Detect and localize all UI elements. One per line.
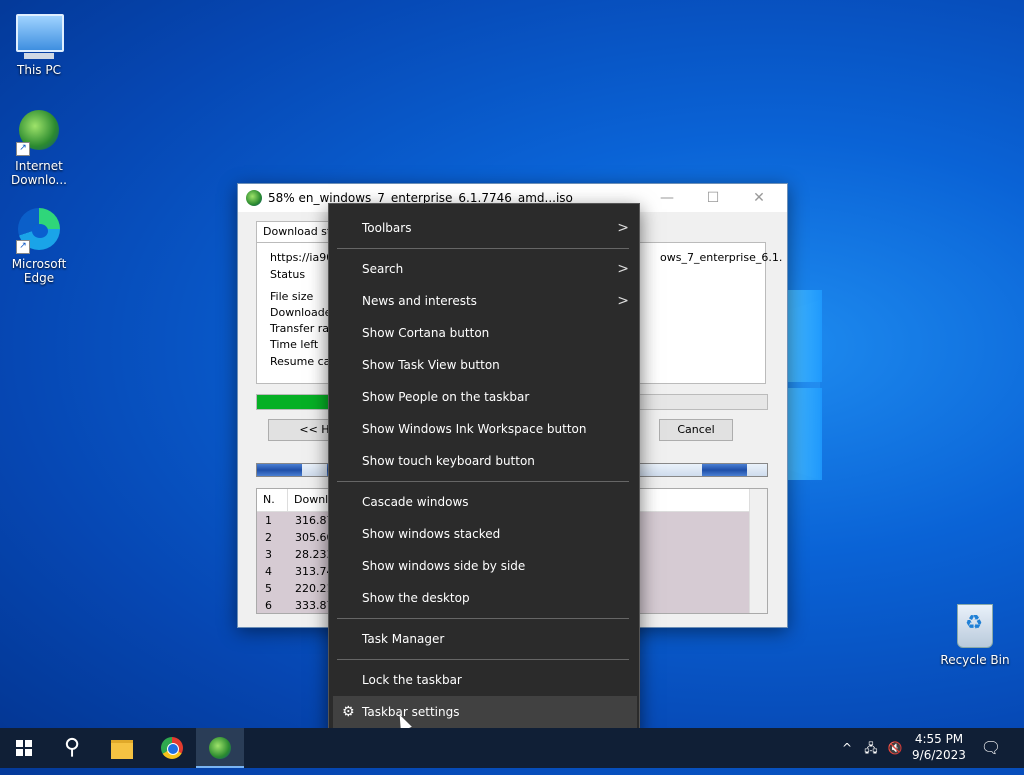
volume-muted-icon[interactable]: 🔇 xyxy=(884,728,906,768)
menu-item-show-task-view[interactable]: Show Task View button xyxy=(329,349,639,381)
maximize-button[interactable]: ☐ xyxy=(690,184,736,212)
minimize-button[interactable]: — xyxy=(644,184,690,212)
cancel-button[interactable]: Cancel xyxy=(659,419,733,441)
desktop-icon-this-pc[interactable]: This PC xyxy=(4,10,74,77)
table-scrollbar[interactable] xyxy=(749,489,767,613)
menu-item-show-ink-workspace[interactable]: Show Windows Ink Workspace button xyxy=(329,413,639,445)
chevron-up-icon: ^ xyxy=(841,741,853,755)
taskbar[interactable]: ⚲ ^ 🖧 🔇 4:55 PM 9/6/2023 🗨 xyxy=(0,728,1024,768)
chevron-right-icon: > xyxy=(617,220,629,236)
network-icon[interactable]: 🖧 xyxy=(860,728,882,768)
menu-item-show-cortana[interactable]: Show Cortana button xyxy=(329,317,639,349)
menu-separator xyxy=(337,618,629,619)
taskbar-context-menu[interactable]: Toolbars > Search > News and interests > Sh… xyxy=(328,203,640,737)
download-url-tail: ows_7_enterprise_6.1. xyxy=(660,251,783,264)
start-button[interactable] xyxy=(0,728,48,768)
label-time-left: Time left xyxy=(270,338,319,351)
tray-show-hidden-icons[interactable]: ^ xyxy=(838,728,856,768)
menu-item-search[interactable]: Search > xyxy=(329,253,639,285)
idm-app-icon: ↗ xyxy=(16,110,62,156)
windows-start-icon xyxy=(16,740,32,756)
shortcut-arrow-icon: ↗ xyxy=(16,142,30,156)
label-transfer-rate: Transfer rat xyxy=(270,322,334,335)
menu-item-task-manager[interactable]: Task Manager xyxy=(329,623,639,655)
label-status: Status xyxy=(270,268,306,281)
menu-separator xyxy=(337,659,629,660)
this-pc-icon xyxy=(16,14,64,60)
menu-item-windows-stacked[interactable]: Show windows stacked xyxy=(329,518,639,550)
desktop-icon-edge[interactable]: ↗ Microsoft Edge xyxy=(4,206,74,285)
menu-item-show-people[interactable]: Show People on the taskbar xyxy=(329,381,639,413)
column-header-number[interactable]: N. xyxy=(257,489,288,511)
chevron-right-icon: > xyxy=(617,293,629,309)
label-file-size: File size xyxy=(270,290,314,303)
clock-date: 9/6/2023 xyxy=(912,748,966,762)
desktop-icon-label: Internet Downlo... xyxy=(11,159,67,187)
idm-window-icon xyxy=(246,190,262,206)
search-button[interactable]: ⚲ xyxy=(48,728,96,768)
menu-item-toolbars[interactable]: Toolbars > xyxy=(329,212,639,244)
menu-item-side-by-side[interactable]: Show windows side by side xyxy=(329,550,639,582)
wallpaper-windows-logo xyxy=(786,290,822,486)
taskbar-clock[interactable]: 4:55 PM 9/6/2023 xyxy=(908,731,970,763)
taskbar-chrome[interactable] xyxy=(148,728,196,768)
close-button[interactable]: ✕ xyxy=(736,184,782,212)
search-icon: ⚲ xyxy=(63,735,81,760)
taskbar-idm[interactable] xyxy=(196,728,244,768)
idm-icon xyxy=(209,737,231,759)
recycle-bin-icon xyxy=(952,604,998,650)
download-url: https://ia90 xyxy=(270,251,334,264)
desktop-icon-label: Recycle Bin xyxy=(940,653,1010,667)
menu-item-taskbar-settings[interactable]: ⚙ Taskbar settings xyxy=(333,696,637,728)
desktop-icon-recycle-bin[interactable]: Recycle Bin xyxy=(940,602,1010,667)
action-center-button[interactable]: 🗨 xyxy=(978,728,1004,768)
desktop-icon-label: This PC xyxy=(17,63,61,77)
taskbar-file-explorer[interactable] xyxy=(98,728,146,768)
menu-separator xyxy=(337,248,629,249)
file-explorer-icon xyxy=(111,740,133,759)
shortcut-arrow-icon: ↗ xyxy=(16,240,30,254)
desktop-icon-idm[interactable]: ↗ Internet Downlo... xyxy=(4,108,74,187)
chevron-right-icon: > xyxy=(617,261,629,277)
clock-time: 4:55 PM xyxy=(914,732,964,746)
notification-icon: 🗨 xyxy=(980,738,1002,757)
menu-item-show-touch-keyboard[interactable]: Show touch keyboard button xyxy=(329,445,639,477)
desktop-icon-label: Microsoft Edge xyxy=(11,257,67,285)
chrome-icon xyxy=(161,737,183,759)
menu-item-news-interests[interactable]: News and interests > xyxy=(329,285,639,317)
gear-icon: ⚙ xyxy=(342,704,355,720)
menu-item-lock-taskbar[interactable]: Lock the taskbar xyxy=(329,664,639,696)
menu-separator xyxy=(337,481,629,482)
menu-item-cascade-windows[interactable]: Cascade windows xyxy=(329,486,639,518)
edge-icon: ↗ xyxy=(16,208,62,254)
menu-item-show-desktop[interactable]: Show the desktop xyxy=(329,582,639,614)
